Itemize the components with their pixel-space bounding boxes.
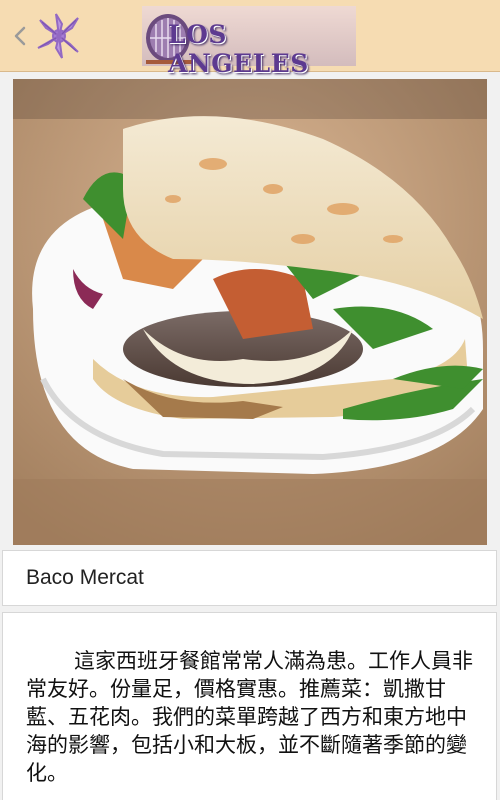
chevron-left-icon: [14, 26, 26, 46]
place-description: 這家西班牙餐館常常人滿為患。工作人員非常友好。份量足，價格實惠。推薦菜：凱撒甘藍…: [26, 649, 473, 785]
place-name: Baco Mercat: [26, 566, 144, 589]
burger-flatbread-photo: [13, 79, 487, 545]
back-button[interactable]: [6, 14, 34, 58]
palm-leaf-icon: [34, 10, 84, 62]
title-card: Baco Mercat: [2, 550, 497, 606]
los-angeles-logo: LOS ANGELES: [142, 6, 356, 78]
logo-text: LOS ANGELES: [168, 20, 309, 78]
description-card: 這家西班牙餐館常常人滿為患。工作人員非常友好。份量足，價格實惠。推薦菜：凱撒甘藍…: [2, 612, 497, 800]
app-header: LOS ANGELES: [0, 0, 500, 78]
